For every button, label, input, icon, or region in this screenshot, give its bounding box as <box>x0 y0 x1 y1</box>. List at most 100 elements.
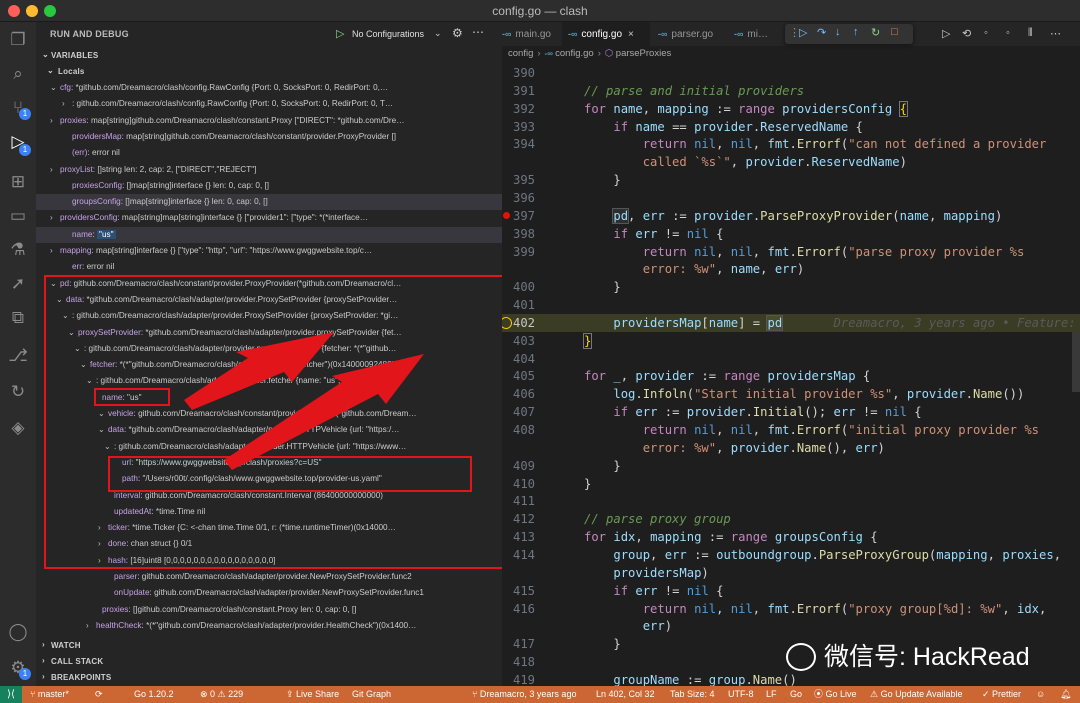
line-number[interactable]: 413 <box>502 528 535 546</box>
line-number[interactable]: 392 <box>502 100 535 118</box>
problems-indicator[interactable]: ⊗ 0 ⚠ 229 <box>200 686 243 703</box>
line-number[interactable]: 406 <box>502 385 535 403</box>
code-line[interactable]: 402 providersMap[name] = pd Dreamacro, 3… <box>502 313 1080 332</box>
code-line[interactable]: 408 return nil, nil, fmt.Errorf("initial… <box>502 421 1080 439</box>
breadcrumb-file[interactable]: config.go <box>555 48 594 59</box>
code-line[interactable]: err) <box>502 617 1080 635</box>
tab-size[interactable]: Tab Size: 4 <box>670 686 715 703</box>
more-actions-icon[interactable]: ⋯ <box>1050 27 1061 40</box>
line-number[interactable]: 395 <box>502 171 535 189</box>
line-number[interactable]: 396 <box>502 189 535 207</box>
sync-icon[interactable]: ⟳ <box>95 686 103 703</box>
remote-explorer-icon[interactable]: ▭ <box>8 206 28 226</box>
code-line[interactable]: 394 return nil, nil, fmt.Errorf("can not… <box>502 135 1080 153</box>
line-number[interactable]: 400 <box>502 278 535 296</box>
breadcrumb-symbol[interactable]: parseProxies <box>616 48 671 59</box>
remote-indicator-icon[interactable]: ⟩⟨ <box>0 686 22 703</box>
go-live-button[interactable]: ⦿ Go Live <box>814 686 857 703</box>
line-number[interactable]: 394 <box>502 135 535 153</box>
tab-parser-go[interactable]: -∞ parser.go <box>652 22 726 46</box>
line-number[interactable]: 411 <box>502 492 535 510</box>
code-line[interactable]: 403} <box>502 332 1080 350</box>
feedback-icon[interactable]: ☺ <box>1036 686 1045 703</box>
cursor-position[interactable]: Ln 402, Col 32 <box>596 686 655 703</box>
code-line[interactable]: 410} <box>502 475 1080 493</box>
code-line[interactable]: 415 if err != nil { <box>502 582 1080 600</box>
line-number[interactable]: 393 <box>502 118 535 136</box>
code-line[interactable]: error: %w", provider.Name(), err) <box>502 439 1080 457</box>
git-graph-icon[interactable]: ⎇ <box>8 346 28 366</box>
line-number[interactable]: 403 <box>502 332 535 350</box>
code-line[interactable]: 407 if err := provider.Initial(); err !=… <box>502 403 1080 421</box>
step-over-icon[interactable]: ↷ <box>817 26 826 39</box>
notifications-icon[interactable]: 🔔︎ <box>1060 686 1071 703</box>
code-line[interactable]: 392 for name, mapping := range providersC… <box>502 100 1080 118</box>
code-line[interactable]: error: %w", name, err) <box>502 260 1080 278</box>
line-number[interactable]: 408 <box>502 421 535 439</box>
code-line[interactable]: 391 // parse and initial providers <box>502 82 1080 100</box>
code-line[interactable]: 400 } <box>502 278 1080 296</box>
live-share-icon[interactable]: ↻ <box>8 382 28 402</box>
extensions-icon[interactable]: ⊞ <box>8 172 28 192</box>
code-line[interactable]: 397 pd, err := provider.ParseProxyProvid… <box>502 207 1080 225</box>
tab-config-go[interactable]: -∞ config.go × <box>562 22 650 46</box>
line-number[interactable]: 391 <box>502 82 535 100</box>
code-line[interactable]: 411 <box>502 492 1080 510</box>
editor-scrollbar[interactable] <box>1072 332 1080 392</box>
git-graph-button[interactable]: Git Graph <box>352 686 391 703</box>
line-number[interactable]: 418 <box>502 653 535 671</box>
code-line[interactable]: 405 for _, provider := range providersMap… <box>502 367 1080 385</box>
python-icon[interactable]: ◈ <box>8 418 28 438</box>
search-icon[interactable]: ⌕ <box>8 64 28 84</box>
code-line[interactable]: providersMap) <box>502 564 1080 582</box>
line-number[interactable]: 390 <box>502 64 535 82</box>
step-out-icon[interactable]: ↑ <box>853 26 859 38</box>
code-line[interactable]: 416 return nil, nil, fmt.Errorf("proxy g… <box>502 600 1080 618</box>
go-version[interactable]: Go 1.20.2 <box>134 686 174 703</box>
line-number[interactable]: 412 <box>502 510 535 528</box>
code-line[interactable]: 401 <box>502 296 1080 314</box>
line-number[interactable]: 404 <box>502 350 535 368</box>
code-line[interactable]: 398 if err != nil { <box>502 225 1080 243</box>
line-number[interactable]: 410 <box>502 475 535 493</box>
code-line[interactable]: 414 group, err := outboundgroup.ParsePro… <box>502 546 1080 564</box>
code-editor[interactable]: 390 391 // parse and initial providers 392 f… <box>502 62 1080 686</box>
code-line[interactable]: 404 <box>502 350 1080 368</box>
code-line[interactable]: 393 if name == provider.ReservedName { <box>502 118 1080 136</box>
live-share-button[interactable]: ⇪ Live Share <box>286 686 339 703</box>
files-icon[interactable]: ❐ <box>8 30 28 50</box>
line-number[interactable]: 419 <box>502 671 535 686</box>
deploy-icon[interactable]: ➚ <box>8 274 28 294</box>
code-line[interactable]: 409 } <box>502 457 1080 475</box>
end-of-line[interactable]: LF <box>766 686 777 703</box>
line-number[interactable]: 416 <box>502 600 535 618</box>
restart-icon[interactable]: ↻ <box>871 26 880 39</box>
code-line[interactable]: 406 log.Infoln("Start initial provider %… <box>502 385 1080 403</box>
stop-icon[interactable]: □ <box>891 26 898 38</box>
line-number[interactable]: 401 <box>502 296 535 314</box>
step-into-icon[interactable]: ↓ <box>835 26 841 38</box>
close-tab-icon[interactable]: × <box>628 29 634 40</box>
code-line[interactable]: 399 return nil, nil, fmt.Errorf("parse p… <box>502 243 1080 261</box>
run-icon[interactable]: ▷ <box>942 27 950 40</box>
line-number[interactable]: 409 <box>502 457 535 475</box>
code-line[interactable]: 390 <box>502 64 1080 82</box>
prettier-button[interactable]: ✓ Prettier <box>982 686 1021 703</box>
git-blame-info[interactable]: ⑂ Dreamacro, 3 years ago <box>472 686 576 703</box>
code-line[interactable]: 412 // parse proxy group <box>502 510 1080 528</box>
account-icon[interactable]: ◯ <box>8 622 28 642</box>
split-editor-icon[interactable]: ⫴ <box>1028 27 1033 40</box>
code-line[interactable]: 395 } <box>502 171 1080 189</box>
code-line[interactable]: called `%s`", provider.ReservedName) <box>502 153 1080 171</box>
tab-overflow[interactable]: -∞ mi… <box>728 22 782 46</box>
timeline-next-icon[interactable]: ◦ <box>1006 27 1010 39</box>
line-number[interactable]: 407 <box>502 403 535 421</box>
branch-indicator[interactable]: ⑂ master* <box>30 686 69 703</box>
line-number[interactable]: 417 <box>502 635 535 653</box>
tab-main-go[interactable]: -∞ main.go <box>496 22 558 46</box>
timeline-prev-icon[interactable]: ◦ <box>984 27 988 39</box>
docker-icon[interactable]: ⧉ <box>8 308 28 328</box>
line-number[interactable]: 405 <box>502 367 535 385</box>
line-number[interactable]: 399 <box>502 243 535 261</box>
line-number[interactable]: 398 <box>502 225 535 243</box>
